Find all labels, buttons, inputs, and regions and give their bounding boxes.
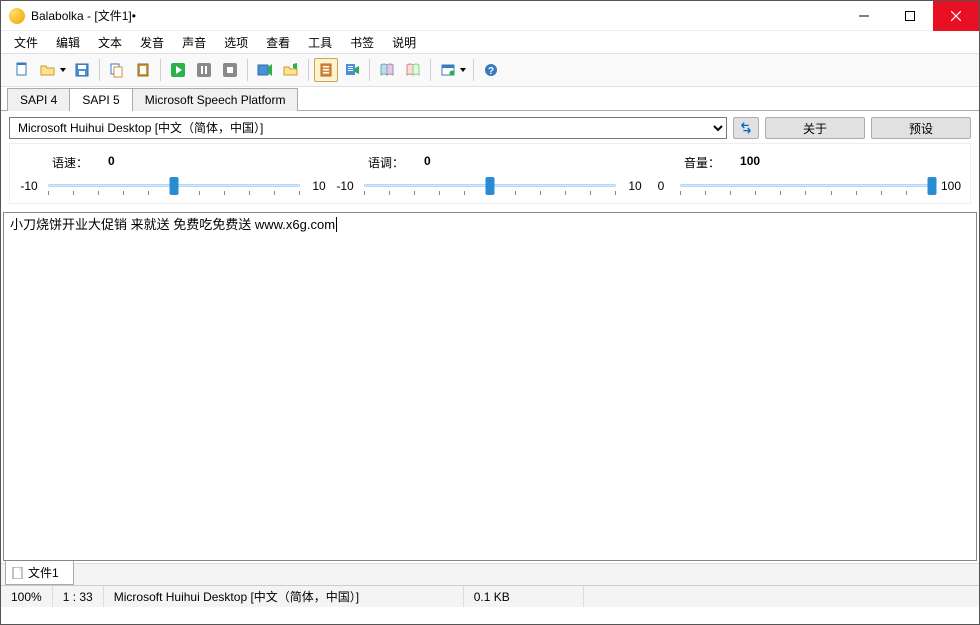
panel-button[interactable] bbox=[436, 58, 460, 82]
document-tab[interactable]: 文件1 bbox=[5, 560, 74, 585]
menu-编辑[interactable]: 编辑 bbox=[47, 32, 89, 53]
maximize-button[interactable] bbox=[887, 1, 933, 31]
document-tab-label: 文件1 bbox=[28, 564, 59, 581]
status-spacer bbox=[584, 586, 979, 607]
engine-tab-2[interactable]: Microsoft Speech Platform bbox=[132, 88, 299, 111]
menu-文本[interactable]: 文本 bbox=[89, 32, 131, 53]
clipboard-monitor-button[interactable] bbox=[314, 58, 338, 82]
rate-group: 语速： 0 -10 10 bbox=[16, 154, 332, 197]
menu-工具[interactable]: 工具 bbox=[299, 32, 341, 53]
status-position: 1 : 33 bbox=[53, 586, 104, 607]
pitch-max: 10 bbox=[622, 179, 648, 193]
save-button[interactable] bbox=[70, 58, 94, 82]
menu-声音[interactable]: 声音 bbox=[173, 32, 215, 53]
help-button[interactable]: ? bbox=[479, 58, 503, 82]
voice-panel: Microsoft Huihui Desktop [中文（简体，中国）] 关于 … bbox=[1, 111, 979, 210]
pitch-min: -10 bbox=[332, 179, 358, 193]
panel-dropdown[interactable] bbox=[459, 68, 467, 72]
close-button[interactable] bbox=[933, 1, 979, 31]
presets-button[interactable]: 预设 bbox=[871, 117, 971, 139]
toolbar-separator bbox=[430, 59, 431, 81]
title-bar: Balabolka - [文件1]• bbox=[1, 1, 979, 31]
engine-tab-1[interactable]: SAPI 5 bbox=[69, 88, 132, 111]
minimize-button[interactable] bbox=[841, 1, 887, 31]
copy-button[interactable] bbox=[105, 58, 129, 82]
rate-min: -10 bbox=[16, 179, 42, 193]
engine-tabs: SAPI 4SAPI 5Microsoft Speech Platform bbox=[1, 87, 979, 111]
menu-说明[interactable]: 说明 bbox=[383, 32, 425, 53]
window-title: Balabolka - [文件1]• bbox=[31, 7, 841, 24]
status-size: 0.1 KB bbox=[464, 586, 584, 607]
play-button[interactable] bbox=[166, 58, 190, 82]
text-editor[interactable]: 小刀烧饼开业大促销 来就送 免费吃免费送 www.x6g.com bbox=[3, 212, 977, 561]
spellcheck-button[interactable] bbox=[401, 58, 425, 82]
menu-发音[interactable]: 发音 bbox=[131, 32, 173, 53]
about-voice-button[interactable]: 关于 bbox=[765, 117, 865, 139]
svg-text:?: ? bbox=[488, 66, 494, 77]
editor-content: 小刀烧饼开业大促销 来就送 免费吃免费送 www.x6g.com bbox=[10, 217, 335, 232]
pitch-group: 语调： 0 -10 10 bbox=[332, 154, 648, 197]
open-dropdown[interactable] bbox=[59, 68, 67, 72]
toolbar-separator bbox=[308, 59, 309, 81]
slider-panel: 语速： 0 -10 10 语调： 0 -10 10 音量： 100 0 bbox=[9, 143, 971, 204]
toolbar-separator bbox=[99, 59, 100, 81]
rate-max: 10 bbox=[306, 179, 332, 193]
pitch-label: 语调： bbox=[368, 154, 404, 171]
document-icon bbox=[12, 567, 24, 579]
text-caret bbox=[336, 217, 337, 232]
volume-group: 音量： 100 0 100 bbox=[648, 154, 964, 197]
rate-value: 0 bbox=[108, 154, 115, 171]
status-bar: 100% 1 : 33 Microsoft Huihui Desktop [中文… bbox=[1, 585, 979, 607]
voice-select[interactable]: Microsoft Huihui Desktop [中文（简体，中国）] bbox=[9, 117, 727, 139]
paste-button[interactable] bbox=[131, 58, 155, 82]
status-zoom: 100% bbox=[1, 586, 53, 607]
document-tabs: 文件1 bbox=[1, 563, 979, 585]
toolbar-separator bbox=[473, 59, 474, 81]
stop-button[interactable] bbox=[218, 58, 242, 82]
pitch-slider[interactable] bbox=[364, 175, 616, 197]
split-audio-button[interactable] bbox=[279, 58, 303, 82]
volume-label: 音量： bbox=[684, 154, 720, 171]
menu-文件[interactable]: 文件 bbox=[5, 32, 47, 53]
dictionary-button[interactable] bbox=[375, 58, 399, 82]
volume-max: 100 bbox=[938, 179, 964, 193]
volume-value: 100 bbox=[740, 154, 760, 171]
read-clipboard-button[interactable] bbox=[340, 58, 364, 82]
pitch-value: 0 bbox=[424, 154, 431, 171]
toolbar: ? bbox=[1, 53, 979, 87]
status-voice: Microsoft Huihui Desktop [中文（简体，中国）] bbox=[104, 586, 464, 607]
menu-bar: 文件编辑文本发音声音选项查看工具书签说明 bbox=[1, 31, 979, 53]
toolbar-separator bbox=[247, 59, 248, 81]
rate-slider[interactable] bbox=[48, 175, 300, 197]
volume-min: 0 bbox=[648, 179, 674, 193]
save-audio-button[interactable] bbox=[253, 58, 277, 82]
rate-label: 语速： bbox=[52, 154, 88, 171]
new-file-button[interactable] bbox=[10, 58, 34, 82]
open-file-button[interactable] bbox=[36, 58, 60, 82]
menu-选项[interactable]: 选项 bbox=[215, 32, 257, 53]
pause-button[interactable] bbox=[192, 58, 216, 82]
toolbar-separator bbox=[369, 59, 370, 81]
menu-查看[interactable]: 查看 bbox=[257, 32, 299, 53]
volume-slider[interactable] bbox=[680, 175, 932, 197]
app-icon bbox=[9, 8, 25, 24]
engine-tab-0[interactable]: SAPI 4 bbox=[7, 88, 70, 111]
menu-书签[interactable]: 书签 bbox=[341, 32, 383, 53]
refresh-voices-button[interactable] bbox=[733, 117, 759, 139]
toolbar-separator bbox=[160, 59, 161, 81]
